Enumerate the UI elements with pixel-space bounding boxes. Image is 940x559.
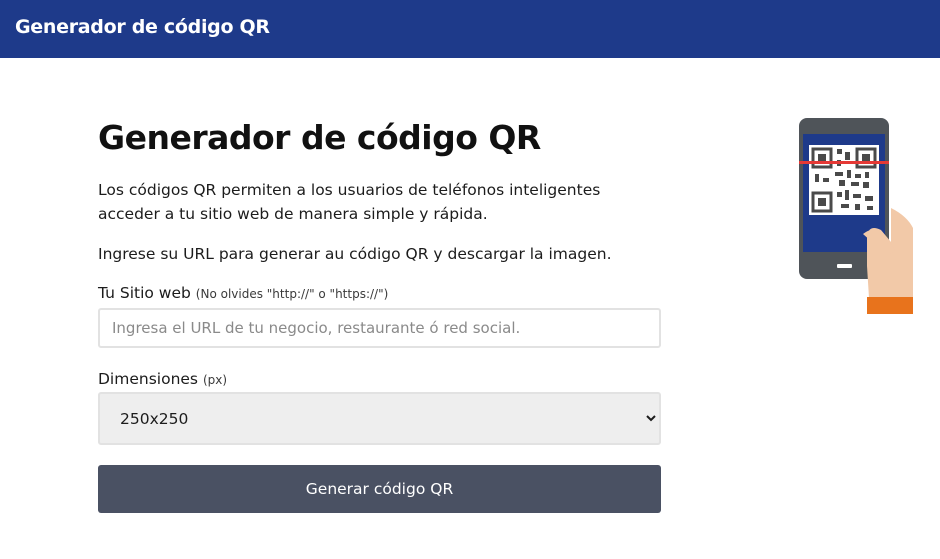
dimensions-field-label: Dimensiones (px) [98, 368, 661, 391]
dimensions-select[interactable]: 250x250 [98, 392, 661, 445]
url-input[interactable] [98, 308, 661, 348]
url-label-text: Tu Sitio web [98, 284, 191, 302]
generate-qr-button[interactable]: Generar código QR [98, 465, 661, 513]
phone-qr-scan-illustration [797, 116, 917, 316]
url-field-label: Tu Sitio web (No olvides "http://" o "ht… [98, 282, 661, 305]
brand-title[interactable]: Generador de código QR [15, 16, 270, 38]
sleeve [867, 297, 913, 314]
phone-qr-svg [799, 118, 913, 314]
dimensions-label-text: Dimensiones [98, 370, 199, 388]
top-navbar: Generador de código QR [0, 0, 940, 58]
page-title: Generador de código QR [98, 118, 541, 157]
main-content: Generador de código QR Los códigos QR pe… [98, 116, 661, 513]
phone-home-button [837, 264, 852, 268]
scan-line [799, 161, 889, 164]
url-label-hint: (No olvides "http://" o "https://") [195, 287, 389, 301]
page-description: Los códigos QR permiten a los usuarios d… [98, 181, 601, 223]
page-instruction: Ingrese su URL para generar au código QR… [98, 245, 612, 263]
dimensions-label-hint: (px) [202, 373, 228, 387]
